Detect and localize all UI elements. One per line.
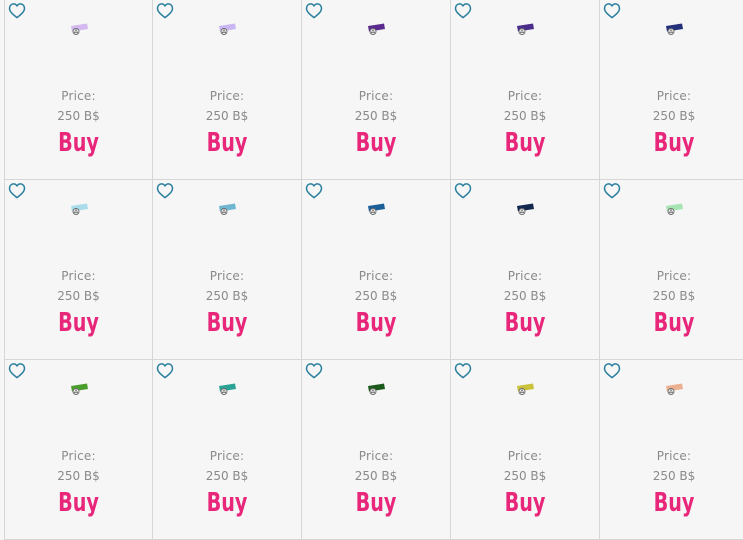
shop-item-grid: Price: 250 B$ Buy Price: 250 B$ Buy Price: 250 …	[4, 0, 743, 540]
price-label: Price:	[358, 449, 394, 463]
price-value: 250 B$	[57, 469, 100, 483]
price-label: Price:	[61, 89, 96, 103]
price-label: Price:	[61, 449, 96, 463]
price-value: 250 B$	[652, 469, 696, 483]
shop-item-card: Price: 250 B$ Buy	[451, 0, 600, 180]
name-tag-item-icon	[515, 382, 535, 396]
shop-item-card: Price: 250 B$ Buy	[600, 180, 743, 360]
price-value: 250 B$	[205, 469, 249, 483]
price-label: Price:	[209, 269, 245, 283]
buy-button[interactable]: Buy	[464, 308, 585, 338]
heart-outline-icon[interactable]	[8, 362, 26, 379]
price-value: 250 B$	[652, 289, 696, 303]
shop-item-card: Price: 250 B$ Buy	[600, 360, 743, 540]
heart-outline-icon[interactable]	[603, 362, 621, 379]
price-label: Price:	[507, 89, 543, 103]
buy-button[interactable]: Buy	[315, 128, 436, 158]
price-label: Price:	[61, 269, 96, 283]
heart-outline-icon[interactable]	[305, 182, 323, 199]
name-tag-item-icon	[69, 202, 89, 216]
price-value: 250 B$	[652, 109, 696, 123]
buy-button[interactable]: Buy	[166, 128, 287, 158]
name-tag-item-icon	[217, 382, 237, 396]
price-value: 250 B$	[354, 289, 398, 303]
price-label: Price:	[656, 89, 692, 103]
name-tag-item-icon	[515, 202, 535, 216]
price-value: 250 B$	[205, 109, 249, 123]
heart-outline-icon[interactable]	[454, 362, 472, 379]
buy-button[interactable]: Buy	[166, 308, 287, 338]
name-tag-item-icon	[664, 22, 684, 36]
buy-button[interactable]: Buy	[464, 488, 585, 518]
buy-button[interactable]: Buy	[613, 488, 734, 518]
price-value: 250 B$	[354, 469, 398, 483]
shop-item-card: Price: 250 B$ Buy	[4, 0, 153, 180]
price-label: Price:	[656, 269, 692, 283]
name-tag-item-icon	[366, 202, 386, 216]
shop-item-card: Price: 250 B$ Buy	[4, 360, 153, 540]
heart-outline-icon[interactable]	[156, 362, 174, 379]
price-label: Price:	[507, 449, 543, 463]
price-label: Price:	[358, 269, 394, 283]
shop-item-card: Price: 250 B$ Buy	[302, 360, 451, 540]
buy-button[interactable]: Buy	[18, 308, 139, 338]
name-tag-item-icon	[664, 382, 684, 396]
name-tag-item-icon	[515, 22, 535, 36]
name-tag-item-icon	[366, 22, 386, 36]
buy-button[interactable]: Buy	[464, 128, 585, 158]
shop-item-card: Price: 250 B$ Buy	[153, 180, 302, 360]
shop-item-card: Price: 250 B$ Buy	[302, 0, 451, 180]
buy-button[interactable]: Buy	[613, 128, 734, 158]
buy-button[interactable]: Buy	[166, 488, 287, 518]
heart-outline-icon[interactable]	[156, 2, 174, 19]
buy-button[interactable]: Buy	[315, 488, 436, 518]
shop-item-card: Price: 250 B$ Buy	[600, 0, 743, 180]
shop-item-card: Price: 250 B$ Buy	[4, 180, 153, 360]
price-value: 250 B$	[205, 289, 249, 303]
shop-item-card: Price: 250 B$ Buy	[451, 180, 600, 360]
heart-outline-icon[interactable]	[305, 2, 323, 19]
shop-item-card: Price: 250 B$ Buy	[153, 360, 302, 540]
shop-item-card: Price: 250 B$ Buy	[302, 180, 451, 360]
price-label: Price:	[209, 89, 245, 103]
heart-outline-icon[interactable]	[156, 182, 174, 199]
buy-button[interactable]: Buy	[315, 308, 436, 338]
heart-outline-icon[interactable]	[454, 2, 472, 19]
price-value: 250 B$	[354, 109, 398, 123]
heart-outline-icon[interactable]	[8, 182, 26, 199]
name-tag-item-icon	[217, 202, 237, 216]
shop-item-card: Price: 250 B$ Buy	[153, 0, 302, 180]
buy-button[interactable]: Buy	[613, 308, 734, 338]
price-value: 250 B$	[57, 109, 100, 123]
price-label: Price:	[209, 449, 245, 463]
price-label: Price:	[507, 269, 543, 283]
name-tag-item-icon	[69, 22, 89, 36]
heart-outline-icon[interactable]	[305, 362, 323, 379]
buy-button[interactable]: Buy	[18, 128, 139, 158]
price-value: 250 B$	[503, 109, 547, 123]
name-tag-item-icon	[366, 382, 386, 396]
name-tag-item-icon	[664, 202, 684, 216]
name-tag-item-icon	[217, 22, 237, 36]
name-tag-item-icon	[69, 382, 89, 396]
price-value: 250 B$	[503, 289, 547, 303]
heart-outline-icon[interactable]	[8, 2, 26, 19]
price-label: Price:	[656, 449, 692, 463]
price-value: 250 B$	[57, 289, 100, 303]
heart-outline-icon[interactable]	[454, 182, 472, 199]
heart-outline-icon[interactable]	[603, 182, 621, 199]
price-label: Price:	[358, 89, 394, 103]
shop-item-card: Price: 250 B$ Buy	[451, 360, 600, 540]
buy-button[interactable]: Buy	[18, 488, 139, 518]
price-value: 250 B$	[503, 469, 547, 483]
heart-outline-icon[interactable]	[603, 2, 621, 19]
